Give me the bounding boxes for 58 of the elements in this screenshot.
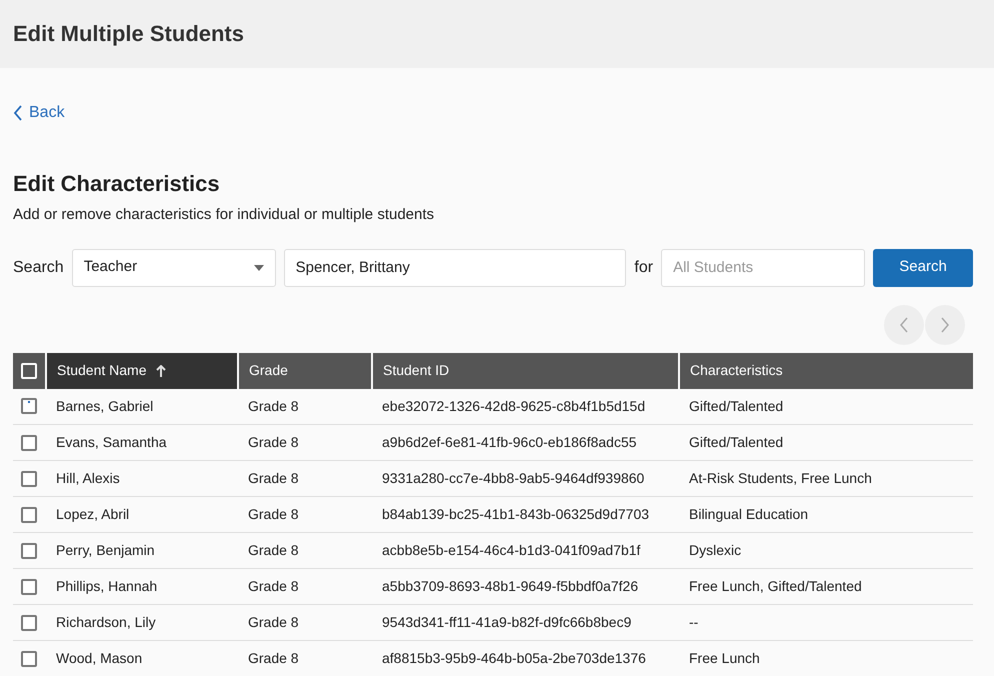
- type-dropdown[interactable]: Teacher: [72, 248, 276, 286]
- table-cell: Grade 8: [238, 640, 372, 676]
- table-cell: Grade 8: [238, 460, 372, 496]
- search-button[interactable]: Search: [873, 248, 973, 286]
- table-cell: a5bb3709-8693-48b1-9649-f5bbdf0a7f26: [372, 568, 679, 604]
- table-cell: Grade 8: [238, 424, 372, 460]
- select-all-checkbox[interactable]: [21, 362, 37, 378]
- table-cell: Bilingual Education: [679, 496, 973, 532]
- table-cell: Gifted/Talented: [679, 424, 973, 460]
- table-cell: Gifted/Talented: [679, 388, 973, 424]
- column-header[interactable]: Student Name: [46, 352, 238, 388]
- row-checkbox[interactable]: [21, 542, 37, 558]
- column-header[interactable]: Grade: [238, 352, 372, 388]
- row-checkbox[interactable]: [21, 506, 37, 522]
- table-cell: Grade 8: [238, 388, 372, 424]
- table-cell: Grade 8: [238, 496, 372, 532]
- search-label: Search: [13, 258, 64, 278]
- table-cell: Grade 8: [238, 604, 372, 640]
- table-cell: Dyslexic: [679, 532, 973, 568]
- table-cell: acbb8e5b-e154-46c4-b1d3-041f09ad7b1f: [372, 532, 679, 568]
- table-cell: a9b6d2ef-6e81-41fb-96c0-eb186f8adc55: [372, 424, 679, 460]
- for-label: for: [634, 258, 654, 278]
- table-cell: b84ab139-bc25-41b1-843b-06325d9d7703: [372, 496, 679, 532]
- section-description: Add or remove characteristics for individual or multiple students: [13, 205, 436, 225]
- table-cell: --: [679, 604, 973, 640]
- table-cell: Barnes, Gabriel: [46, 388, 238, 424]
- table-cell: Free Lunch: [679, 640, 973, 676]
- row-checkbox[interactable]: [21, 434, 37, 450]
- table-cell: Evans, Samantha: [46, 424, 238, 460]
- row-checkbox[interactable]: [21, 650, 37, 666]
- table-cell: af8815b3-95b9-464b-b05a-2be703de1376: [372, 640, 679, 676]
- page-title: Edit Multiple Students: [13, 20, 244, 48]
- scope-field[interactable]: All Students: [661, 248, 866, 286]
- table-cell: At-Risk Students, Free Lunch: [679, 460, 973, 496]
- table-cell: 9331a280-cc7e-4bb8-9ab5-9464df939860: [372, 460, 679, 496]
- table-cell: Phillips, Hannah: [46, 568, 238, 604]
- table-cell: Free Lunch, Gifted/Talented: [679, 568, 973, 604]
- table-cell: Lopez, Abril: [46, 496, 238, 532]
- table-cell: Perry, Benjamin: [46, 532, 238, 568]
- row-checkbox[interactable]: [21, 398, 37, 414]
- search-field[interactable]: Spencer, Brittany: [284, 248, 626, 286]
- section-heading: Edit Characteristics: [13, 170, 221, 198]
- column-header[interactable]: Student ID: [372, 352, 679, 388]
- column-header[interactable]: Characteristics: [679, 352, 973, 388]
- sort-ascending-icon: [156, 365, 166, 377]
- table-cell: Wood, Mason: [46, 640, 238, 676]
- row-checkbox[interactable]: [21, 470, 37, 486]
- row-checkbox[interactable]: [21, 614, 37, 630]
- table-cell: Grade 8: [238, 568, 372, 604]
- table-cell: Hill, Alexis: [46, 460, 238, 496]
- back-link[interactable]: Back: [13, 101, 65, 125]
- table-cell: Richardson, Lily: [46, 604, 238, 640]
- table-cell: Grade 8: [238, 532, 372, 568]
- caret-down-icon: [254, 264, 264, 270]
- table-cell: 9543d341-ff11-41a9-b82f-d9fc66b8bec9: [372, 604, 679, 640]
- row-checkbox[interactable]: [21, 578, 37, 594]
- chevron-left-icon: [13, 105, 23, 121]
- table-cell: ebe32072-1326-42d8-9625-c8b4f1b5d15d: [372, 388, 679, 424]
